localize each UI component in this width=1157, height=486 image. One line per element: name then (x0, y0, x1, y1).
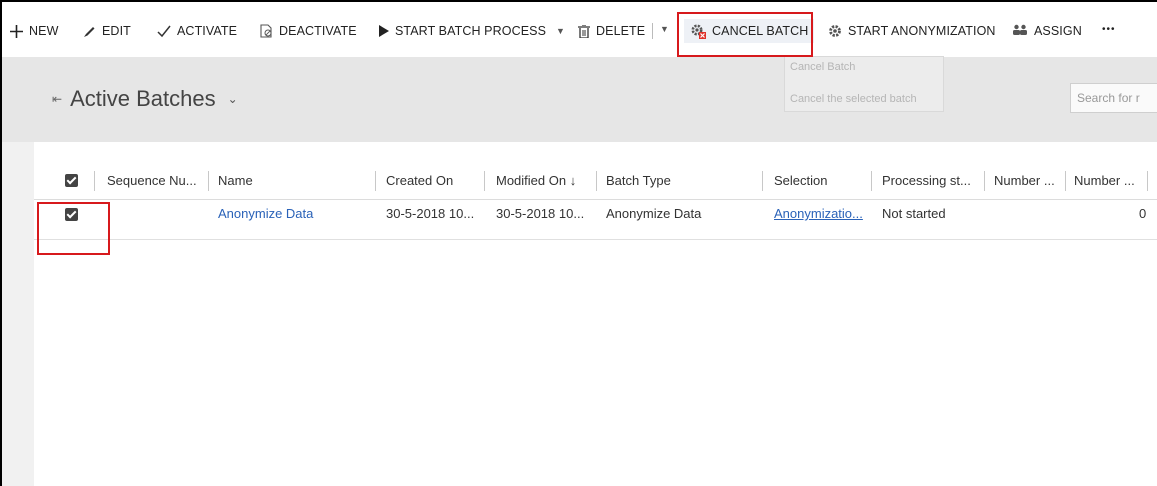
column-divider (94, 171, 95, 191)
view-title: Active Batches (70, 86, 216, 111)
column-header-batch-type[interactable]: Batch Type (606, 173, 671, 188)
people-icon (1013, 24, 1027, 35)
edit-label: EDIT (102, 24, 131, 38)
plus-icon (10, 24, 23, 38)
toolbar-divider (652, 23, 653, 39)
new-label: NEW (29, 24, 59, 38)
cell-modified-on: 30-5-2018 10... (496, 206, 585, 221)
delete-button[interactable]: DELETE (578, 24, 645, 38)
column-header-sequence[interactable]: Sequence Nu... (107, 173, 197, 188)
view-selector[interactable]: ⇤ Active Batches ⌄ (52, 86, 238, 112)
more-icon: ••• (1102, 24, 1116, 35)
activate-label: ACTIVATE (177, 24, 238, 38)
cell-created-on: 30-5-2018 10... (386, 206, 475, 221)
checkmark-icon (157, 25, 171, 37)
command-bar: NEW EDIT ACTIVATE DEACTIVATE START BATCH… (2, 2, 1157, 57)
grid-header: Sequence Nu... Name Created On Modified … (34, 162, 1157, 200)
deactivate-button[interactable]: DEACTIVATE (260, 24, 357, 38)
column-header-modified-on[interactable]: Modified On ↓ (496, 173, 576, 188)
table-row[interactable]: Anonymize Data 30-5-2018 10... 30-5-2018… (34, 200, 1157, 240)
column-header-selection[interactable]: Selection (774, 173, 827, 188)
chevron-down-icon: ▼ (556, 26, 566, 36)
delete-dropdown-button[interactable]: ▼ (660, 24, 669, 34)
column-header-number-1[interactable]: Number ... (994, 173, 1055, 188)
row-checkbox[interactable] (65, 208, 78, 221)
start-batch-process-button[interactable]: START BATCH PROCESS ▼ (378, 24, 565, 38)
trash-icon (578, 24, 590, 38)
column-header-processing-status[interactable]: Processing st... (882, 173, 971, 188)
cancel-batch-label: CANCEL BATCH (712, 24, 809, 38)
assign-button[interactable]: ASSIGN (1012, 24, 1082, 38)
search-input[interactable]: Search for r (1070, 83, 1157, 113)
column-divider (984, 171, 985, 191)
column-divider (596, 171, 597, 191)
gear-icon (829, 25, 841, 37)
start-anonymization-button[interactable]: START ANONYMIZATION (828, 24, 996, 38)
play-icon (379, 25, 389, 37)
tooltip-title: Cancel Batch (790, 61, 856, 73)
cell-processing-status: Not started (882, 206, 946, 221)
column-divider (1065, 171, 1066, 191)
new-button[interactable]: NEW (10, 24, 58, 38)
select-all-checkbox[interactable] (65, 174, 78, 187)
assign-label: ASSIGN (1034, 24, 1082, 38)
column-divider (208, 171, 209, 191)
tooltip-description: Cancel the selected batch (790, 93, 917, 105)
cell-name-link[interactable]: Anonymize Data (218, 206, 313, 221)
deactivate-label: DEACTIVATE (279, 24, 357, 38)
column-divider (1147, 171, 1148, 191)
column-divider (484, 171, 485, 191)
column-divider (375, 171, 376, 191)
column-divider (871, 171, 872, 191)
start-batch-process-label: START BATCH PROCESS (395, 24, 547, 38)
delete-label: DELETE (596, 24, 646, 38)
gear-cancel-icon (691, 24, 706, 39)
left-pane (2, 142, 34, 486)
start-anonymization-label: START ANONYMIZATION (848, 24, 996, 38)
column-header-name[interactable]: Name (218, 173, 253, 188)
records-grid: Sequence Nu... Name Created On Modified … (34, 142, 1157, 486)
cell-number: 0 (1139, 206, 1147, 221)
deactivate-document-icon (260, 24, 272, 38)
activate-button[interactable]: ACTIVATE (157, 24, 237, 38)
cancel-batch-button[interactable]: CANCEL BATCH (684, 19, 815, 43)
cell-selection-link[interactable]: Anonymizatio... (774, 206, 863, 221)
column-header-number-2[interactable]: Number ... (1074, 173, 1135, 188)
more-commands-button[interactable]: ••• (1102, 24, 1116, 35)
search-placeholder: Search for r (1077, 91, 1140, 105)
chevron-down-icon: ⌄ (227, 92, 238, 106)
cancel-batch-tooltip: Cancel Batch Cancel the selected batch (784, 56, 944, 112)
edit-button[interactable]: EDIT (83, 24, 131, 38)
column-divider (762, 171, 763, 191)
cell-batch-type: Anonymize Data (606, 206, 702, 221)
pencil-icon (84, 26, 95, 37)
pin-icon[interactable]: ⇤ (52, 92, 62, 106)
column-header-created-on[interactable]: Created On (386, 173, 453, 188)
chevron-down-icon: ▼ (660, 24, 670, 34)
